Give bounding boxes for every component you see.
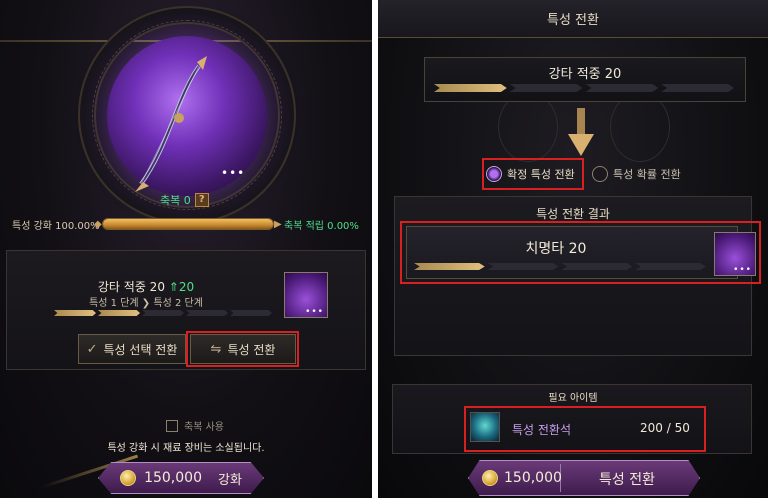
highlight-box: [186, 331, 299, 367]
coin-icon: [482, 470, 498, 486]
progress-segment: [142, 310, 184, 316]
highlight-box: [482, 158, 584, 190]
select-convert-label: 특성 선택 전환: [103, 342, 178, 357]
enhance-cost: 150,000: [144, 470, 202, 486]
progress-segment: [585, 84, 659, 92]
convert-header-title: 특성 전환: [547, 13, 599, 28]
select-convert-button[interactable]: ✓ 특성 선택 전환: [78, 334, 186, 364]
stage-to: 특성 2 단계: [153, 298, 203, 309]
probability-convert-label: 특성 확률 전환: [613, 168, 681, 181]
material-warning: 특성 강화 시 재료 장비는 소실됩니다.: [107, 443, 265, 454]
coin-icon: [120, 470, 137, 486]
progress-segment: [54, 310, 96, 316]
use-blessing-checkbox[interactable]: [166, 419, 178, 432]
source-trait-bar: [434, 84, 734, 92]
stage-arrow-icon: ❯: [141, 298, 151, 309]
gauge-right-cap-icon: ▶: [274, 219, 282, 230]
enhance-gauge: [102, 218, 274, 230]
checkmark-swap-icon: ✓: [86, 341, 98, 357]
trait-stage-bar: [54, 310, 272, 316]
blessing-row: 축복 0 ?: [160, 192, 209, 208]
trait-stage: 특성 1 단계 ❯ 특성 2 단계: [0, 294, 292, 309]
highlight-box: [464, 406, 706, 452]
more-dots-icon[interactable]: •••: [221, 166, 245, 180]
trait-increase: ⇑20: [168, 280, 195, 294]
down-arrow-icon: [568, 108, 594, 156]
progress-segment: [434, 84, 507, 92]
enhance-rate-label: 특성 강화 100.00%: [12, 221, 100, 232]
convert-action-label: 특성 전환: [599, 472, 655, 488]
material-thumbnail[interactable]: •••: [284, 272, 328, 318]
weapon-preview[interactable]: •••: [107, 36, 267, 196]
use-blessing-row[interactable]: 축복 사용: [166, 418, 224, 433]
enhance-button[interactable]: 150,000 강화: [98, 462, 264, 494]
help-icon[interactable]: ?: [194, 193, 209, 207]
progress-segment: [509, 84, 583, 92]
more-dots-icon: •••: [305, 307, 324, 317]
trait-title: 강타 적중 20 ⇑20: [0, 278, 292, 295]
probability-convert-radio[interactable]: [592, 166, 608, 182]
result-title: 특성 전환 결과: [536, 207, 610, 221]
decor-ring: [610, 92, 670, 162]
stage-from: 특성 1 단계: [89, 298, 139, 309]
convert-cost-value: 150,000: [504, 470, 562, 486]
trait-name: 강타 적중 20: [97, 280, 165, 294]
blessing-accumulate-label: 축복 적립 0.00%: [284, 221, 359, 232]
convert-cost: 150,000: [482, 470, 562, 486]
progress-segment: [186, 310, 228, 316]
use-blessing-label: 축복 사용: [184, 422, 224, 433]
highlight-box: [400, 221, 761, 284]
required-items-title: 필요 아이템: [548, 393, 598, 404]
probability-convert-option[interactable]: 특성 확률 전환: [592, 166, 681, 182]
enhance-gauge-fill: [103, 219, 273, 229]
blessing-count: 축복 0: [160, 194, 191, 207]
decor-ring: [498, 92, 558, 162]
enhance-label: 강화: [217, 472, 242, 488]
progress-segment: [230, 310, 272, 316]
right-convert-panel: 특성 전환 강타 적중 20 확정 특성 전환 특성 확률 전환 특성 전환 결…: [378, 0, 768, 498]
progress-segment: [98, 310, 140, 316]
progress-segment: [661, 84, 734, 92]
left-enhance-panel: ••• 축복 0 ? 특성 강화 100.00% ◆ ▶ 축복 적립 0.00%…: [0, 0, 372, 498]
gauge-left-cap-icon: ◆: [94, 219, 102, 230]
source-trait-name: 강타 적중 20: [548, 67, 622, 82]
